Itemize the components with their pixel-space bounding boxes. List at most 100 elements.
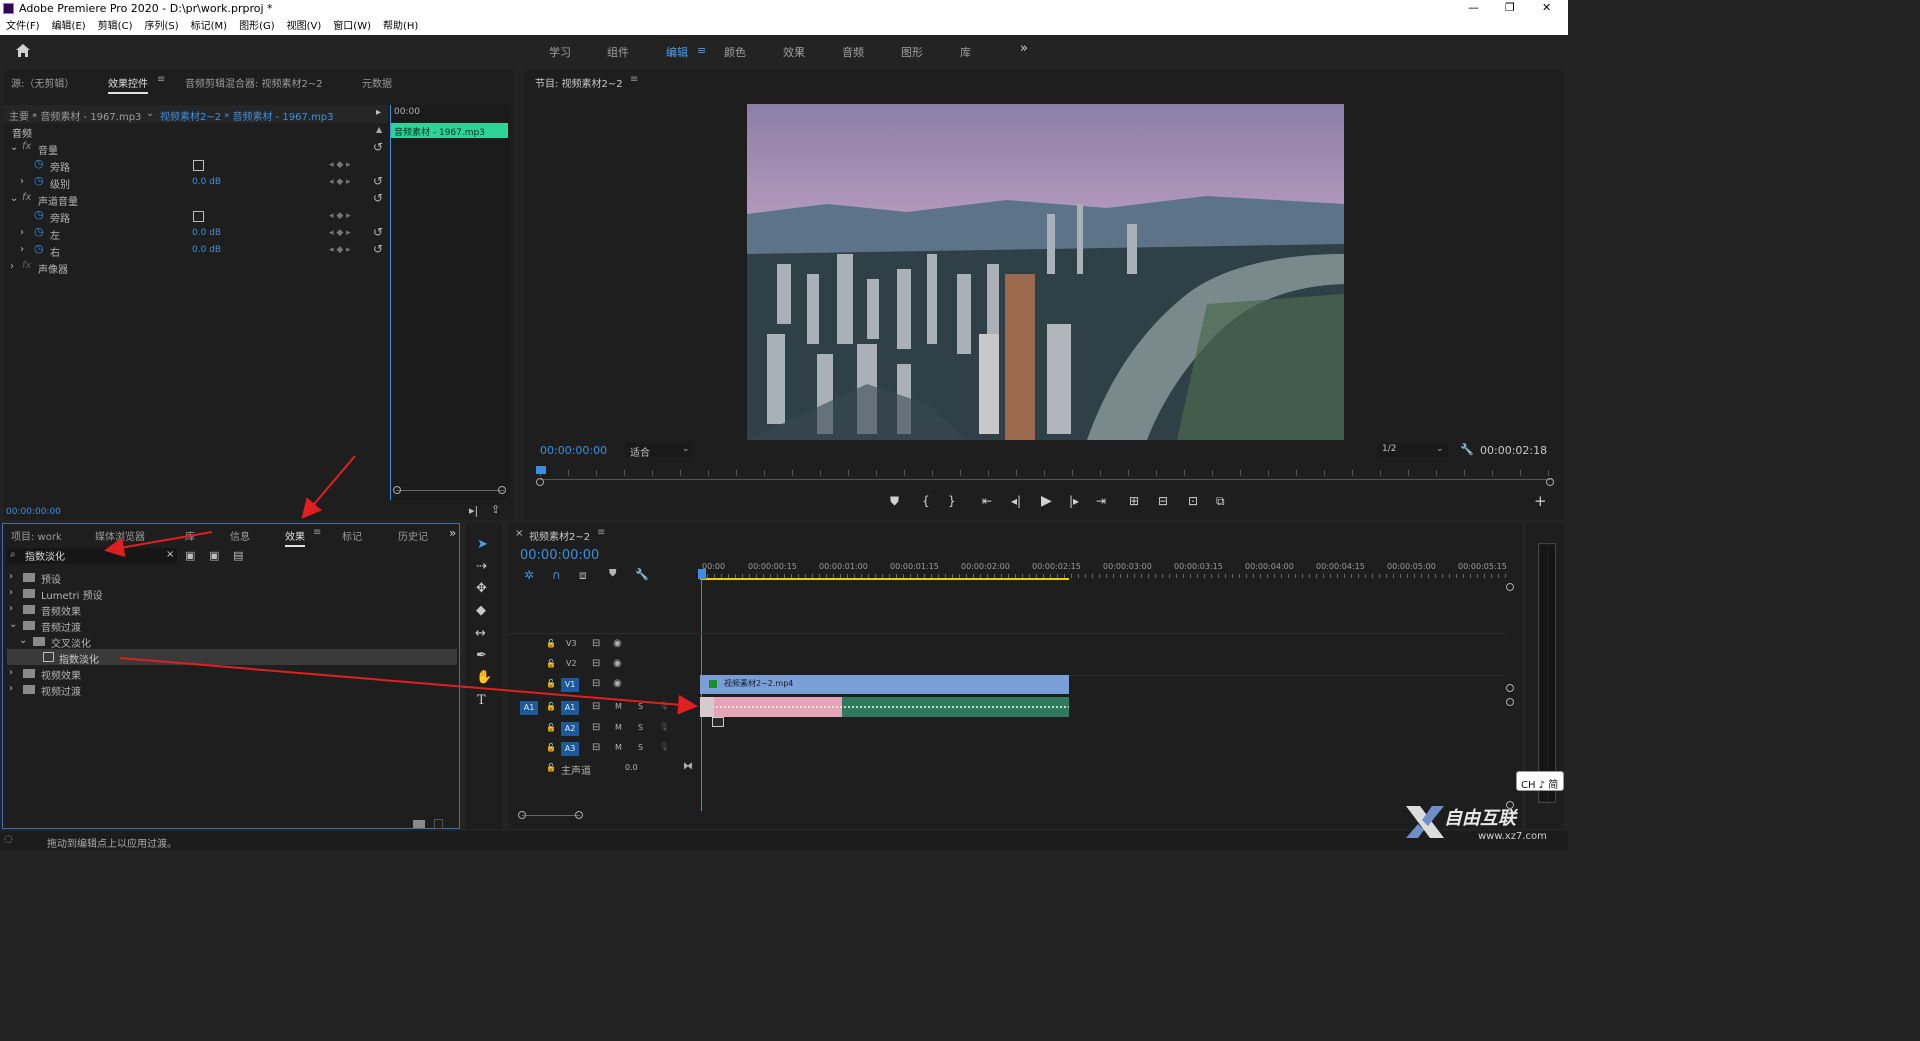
menu-file[interactable]: 文件(F)	[6, 18, 40, 35]
stopwatch-icon[interactable]: ◷	[34, 225, 44, 238]
keyframe-nav-icon[interactable]: ◂ ◆ ▸	[329, 211, 351, 221]
add-marker-icon[interactable]: ⛊	[890, 494, 899, 509]
expand-chevron-icon[interactable]: ›	[9, 587, 13, 598]
workspace-tab-editing[interactable]: 编辑	[666, 44, 688, 60]
lock-icon[interactable]: 🔓	[546, 743, 556, 752]
pen-tool-icon[interactable]: ✒	[476, 648, 487, 663]
tab-history[interactable]: 历史记	[398, 528, 428, 543]
menu-edit[interactable]: 编辑(E)	[52, 18, 86, 35]
menu-sequence[interactable]: 序列(S)	[144, 18, 178, 35]
more-tabs-icon[interactable]: »	[449, 526, 456, 540]
go-to-in-icon[interactable]: ⇤	[982, 494, 992, 508]
expand-chevron-icon[interactable]: ›	[10, 261, 14, 272]
tab-libraries[interactable]: 库	[185, 528, 195, 543]
settings-wrench-icon[interactable]: 🔧	[635, 568, 649, 581]
32bit-effects-icon[interactable]: ▣	[209, 549, 219, 562]
tab-source[interactable]: 源:（无剪辑）	[11, 75, 74, 90]
expand-chevron-icon[interactable]: ›	[20, 176, 24, 187]
tree-item-video-transitions[interactable]: › 视频过渡	[3, 681, 459, 698]
nest-toggle-icon[interactable]: ✲	[524, 568, 534, 582]
mute-button[interactable]: M	[615, 723, 622, 732]
accelerated-effects-icon[interactable]: ▣	[185, 549, 195, 562]
stopwatch-icon[interactable]: ◷	[34, 157, 44, 170]
menu-graphics[interactable]: 图形(G)	[239, 18, 275, 35]
program-scrub-ruler[interactable]	[540, 466, 1552, 480]
tab-effect-controls[interactable]: 效果控件	[108, 75, 148, 94]
add-button-icon[interactable]: +	[1534, 492, 1547, 510]
zoom-handle-left[interactable]	[393, 486, 401, 494]
solo-button[interactable]: S	[638, 743, 643, 752]
reset-icon[interactable]: ↺	[373, 225, 383, 239]
tab-menu-icon[interactable]: ≡	[157, 74, 165, 85]
yuv-effects-icon[interactable]: ▤	[233, 549, 243, 562]
zoom-handle-left[interactable]	[536, 478, 544, 486]
track-select-tool-icon[interactable]: ⇢	[476, 559, 487, 574]
home-icon[interactable]	[15, 43, 31, 58]
workspace-tab-graphics[interactable]: 图形	[901, 44, 923, 60]
track-target-v1[interactable]: V1	[561, 678, 579, 692]
tab-metadata[interactable]: 元数据	[362, 75, 392, 90]
stopwatch-icon[interactable]: ◷	[34, 242, 44, 255]
reset-icon[interactable]: ↺	[373, 140, 383, 154]
keyframe-nav-icon[interactable]: ◂ ◆ ▸	[329, 160, 351, 170]
eye-icon[interactable]: ◉	[613, 678, 622, 689]
tree-item-exponential-fade[interactable]: 指数淡化	[7, 649, 457, 666]
selection-tool-icon[interactable]: ➤	[477, 537, 488, 552]
expand-chevron-icon[interactable]: ⌄	[10, 142, 18, 153]
ime-indicator[interactable]: CH ♪ 简	[1516, 771, 1564, 791]
menu-markers[interactable]: 标记(M)	[191, 18, 227, 35]
tree-item-audio-transitions[interactable]: ⌄ 音频过渡	[3, 617, 459, 634]
hand-tool-icon[interactable]: ✋	[476, 670, 492, 685]
expand-chevron-icon[interactable]: ›	[20, 244, 24, 255]
tree-item-crossfade[interactable]: ⌄ 交叉淡化	[3, 633, 459, 650]
solo-button[interactable]: S	[638, 723, 643, 732]
track-target-a2[interactable]: A2	[561, 722, 579, 736]
keyframe-nav-icon[interactable]: ◂ ◆ ▸	[329, 245, 351, 255]
vscroll-handle-bottom[interactable]	[1506, 684, 1514, 692]
tab-menu-icon[interactable]: ≡	[313, 527, 321, 538]
tab-audio-clip-mixer[interactable]: 音频剪辑混合器: 视频素材2~2	[185, 75, 323, 90]
workspace-tab-assembly[interactable]: 组件	[607, 44, 629, 60]
sync-lock-icon[interactable]: ⊟	[592, 722, 600, 733]
eye-icon[interactable]: ◉	[613, 638, 622, 649]
master-clip-label[interactable]: 主要 * 音频素材 - 1967.mp3	[9, 108, 141, 123]
zoom-handle-right[interactable]	[1546, 478, 1554, 486]
eye-icon[interactable]: ◉	[613, 658, 622, 669]
work-area-bar[interactable]	[700, 578, 1069, 580]
reset-icon[interactable]: ↺	[373, 242, 383, 256]
lock-icon[interactable]: 🔓	[546, 763, 556, 772]
panel-menu-icon[interactable]: ≡	[630, 74, 638, 85]
voiceover-mic-icon[interactable]: 🎙	[659, 722, 669, 731]
reset-icon[interactable]: ↺	[373, 174, 383, 188]
lift-icon[interactable]: ⊞	[1129, 494, 1139, 508]
extract-icon[interactable]: ⊟	[1158, 494, 1168, 508]
search-box[interactable]: ⌕ ×	[7, 548, 177, 564]
expand-chevron-icon[interactable]: ›	[9, 603, 13, 614]
hscroll-handle-left[interactable]	[518, 811, 526, 819]
close-sequence-icon[interactable]: ×	[515, 528, 523, 539]
keyframe-nav-icon[interactable]: ◂ ◆ ▸	[329, 177, 351, 187]
hscroll-bar[interactable]	[522, 815, 580, 816]
effect-row-panner[interactable]: › fx 声像器	[4, 259, 388, 276]
expand-chevron-icon[interactable]: ›	[9, 571, 13, 582]
transition-marker[interactable]	[700, 697, 714, 717]
vscroll-audio-handle[interactable]	[1506, 698, 1514, 706]
program-timecode[interactable]: 00:00:00:00	[540, 444, 607, 457]
timeline-ruler[interactable]: 00:00 00:00:00:15 00:00:01:00 00:00:01:1…	[700, 559, 1508, 581]
sync-lock-icon[interactable]: ⊟	[592, 638, 600, 649]
source-patch-a1[interactable]: A1	[520, 701, 538, 715]
expand-chevron-icon[interactable]: ›	[20, 227, 24, 238]
play-only-icon[interactable]: ▸	[376, 107, 381, 118]
solo-button[interactable]: S	[638, 702, 643, 711]
fx-badge-icon[interactable]: fx	[22, 141, 31, 152]
tab-project[interactable]: 项目: work	[11, 528, 62, 543]
tree-item-audio-effects[interactable]: › 音频效果	[3, 601, 459, 618]
sequence-tab[interactable]: 视频素材2~2	[529, 528, 590, 543]
new-bin-icon[interactable]	[413, 820, 425, 828]
tab-effects[interactable]: 效果	[285, 528, 305, 547]
fit-dropdown[interactable]: 适合 ⌄	[626, 443, 692, 459]
track-name[interactable]: V3	[566, 639, 577, 648]
play-icon[interactable]: ▶	[1041, 493, 1052, 509]
export-icon[interactable]: ⇪	[491, 503, 500, 516]
timeline-playhead-handle[interactable]	[698, 569, 706, 579]
